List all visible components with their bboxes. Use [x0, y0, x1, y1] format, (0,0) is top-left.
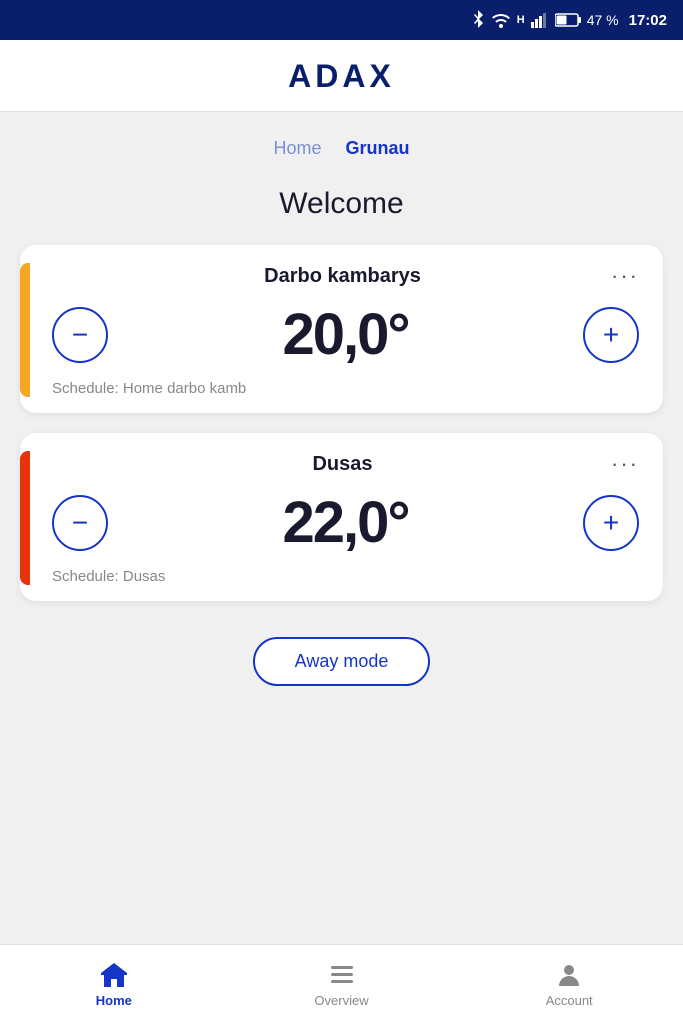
overview-icon: [327, 961, 357, 989]
wifi-icon: [491, 12, 511, 28]
battery-icon: [555, 13, 581, 27]
plus-icon-darbo: +: [603, 319, 619, 351]
time-display: 17:02: [629, 12, 667, 29]
bluetooth-icon: [471, 10, 485, 30]
app-logo: ADAX: [0, 58, 683, 95]
bottom-nav: Home Overview Account: [0, 944, 683, 1024]
device-name-darbo: Darbo kambarys: [78, 265, 607, 288]
nav-account-label: Account: [546, 993, 593, 1008]
temp-controls-dusas: − 22,0° +: [48, 489, 643, 556]
account-icon: [554, 961, 584, 989]
signal-icon: [531, 12, 549, 28]
main-content: Home Grunau Welcome Darbo kambarys ··· −…: [0, 112, 683, 944]
temp-controls-darbo: − 20,0° +: [48, 301, 643, 368]
nav-overview[interactable]: Overview: [228, 945, 456, 1024]
home-icon: [99, 961, 129, 989]
away-mode-container: Away mode: [20, 621, 663, 710]
battery-percent: 47 %: [587, 12, 619, 28]
status-bar: H 47 % 17:02: [0, 0, 683, 40]
card-body-darbo: Darbo kambarys ··· − 20,0° + Schedule: H…: [48, 263, 643, 397]
tab-home[interactable]: Home: [273, 134, 321, 163]
card-header-darbo: Darbo kambarys ···: [48, 263, 643, 289]
increase-temp-darbo[interactable]: +: [583, 307, 639, 363]
increase-temp-dusas[interactable]: +: [583, 495, 639, 551]
temperature-dusas: 22,0°: [282, 489, 408, 556]
device-card-darbo: Darbo kambarys ··· − 20,0° + Schedule: H…: [20, 245, 663, 413]
more-menu-darbo[interactable]: ···: [607, 263, 643, 289]
device-name-dusas: Dusas: [78, 453, 607, 476]
more-menu-dusas[interactable]: ···: [607, 451, 643, 477]
minus-icon-darbo: −: [72, 319, 88, 351]
plus-icon-dusas: +: [603, 507, 619, 539]
nav-home-label: Home: [96, 993, 132, 1008]
decrease-temp-dusas[interactable]: −: [52, 495, 108, 551]
schedule-dusas: Schedule: Dusas: [48, 568, 643, 585]
device-card-dusas: Dusas ··· − 22,0° + Schedule: Dusas: [20, 433, 663, 601]
temperature-darbo: 20,0°: [282, 301, 408, 368]
minus-icon-dusas: −: [72, 507, 88, 539]
away-mode-button[interactable]: Away mode: [253, 637, 431, 686]
nav-home[interactable]: Home: [0, 945, 228, 1024]
card-body-dusas: Dusas ··· − 22,0° + Schedule: Dusas: [48, 451, 643, 585]
card-accent-red: [20, 451, 30, 585]
nav-account[interactable]: Account: [455, 945, 683, 1024]
decrease-temp-darbo[interactable]: −: [52, 307, 108, 363]
card-accent-yellow: [20, 263, 30, 397]
welcome-title: Welcome: [20, 187, 663, 221]
schedule-darbo: Schedule: Home darbo kamb: [48, 380, 643, 397]
app-header: ADAX: [0, 40, 683, 112]
tab-grunau[interactable]: Grunau: [346, 134, 410, 163]
nav-overview-label: Overview: [314, 993, 368, 1008]
card-header-dusas: Dusas ···: [48, 451, 643, 477]
h-indicator: H: [517, 14, 525, 26]
status-icons: H 47 % 17:02: [471, 10, 667, 30]
location-tabs: Home Grunau: [20, 112, 663, 173]
